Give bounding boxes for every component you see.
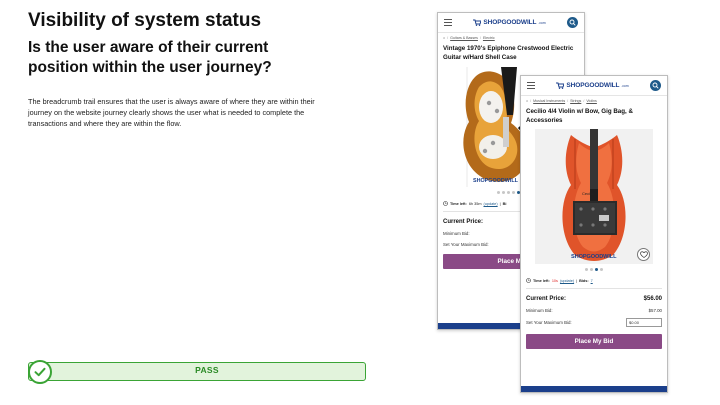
current-price-row: Current Price: $56.00 — [521, 296, 667, 302]
bids-count[interactable]: 7 — [591, 279, 593, 283]
svg-text:Cecilio: Cecilio — [582, 191, 595, 196]
bids-label: Bi — [502, 201, 507, 206]
time-left-value: 6h 35m — [468, 201, 482, 206]
menu-icon[interactable] — [527, 82, 535, 89]
breadcrumb-item[interactable]: Electric — [483, 36, 495, 40]
max-bid-label: Set Your Maximum Bid: — [443, 242, 489, 247]
current-price-label: Current Price: — [443, 219, 484, 225]
clock-icon — [443, 201, 448, 206]
update-link[interactable]: (update) — [483, 202, 497, 206]
time-left-label: Time left: — [533, 278, 550, 283]
slide-body-text: The breadcrumb trail ensures that the us… — [28, 97, 315, 128]
site-header: SHOPGOODWILL .com — [438, 13, 584, 33]
logo-text: SHOPGOODWILL — [566, 82, 620, 89]
carousel-dots[interactable] — [521, 268, 667, 271]
time-left-value: 10s — [551, 278, 558, 283]
verdict-label: PASS — [195, 365, 219, 375]
logo-suffix: .com — [621, 83, 629, 88]
breadcrumb-item[interactable]: Guitars & Basses — [450, 36, 478, 40]
heart-icon — [639, 251, 648, 258]
current-price-label: Current Price: — [526, 296, 567, 302]
cart-logo-icon — [556, 82, 565, 89]
bids-label: Bids: — [579, 278, 589, 283]
max-bid-label: Set Your Maximum Bid: — [526, 320, 572, 325]
minimum-bid-label: Minimum Bid: — [443, 231, 470, 236]
breadcrumb-item[interactable]: Musical Instruments — [533, 99, 565, 103]
time-left-row: Time left: 10s (update) | Bids: 7 — [521, 278, 667, 283]
home-icon[interactable]: ⌂ — [526, 99, 528, 103]
breadcrumb: ⌂ / Musical Instruments / Strings / Violins — [526, 99, 597, 103]
time-left-label: Time left: — [450, 201, 467, 206]
slide-title: Visibility of system status — [28, 10, 262, 31]
violin-photo[interactable]: Cecilio SHOPGOODWILL — [535, 129, 653, 264]
search-button[interactable] — [650, 80, 661, 91]
site-footer-bar — [521, 386, 667, 392]
minimum-bid-row: Minimum Bid: $57.00 — [521, 308, 667, 313]
item-title: Cecilio 4/4 Violin w/ Bow, Gig Bag, & Ac… — [526, 108, 633, 124]
search-button[interactable] — [567, 17, 578, 28]
minimum-bid-label: Minimum Bid: — [526, 308, 553, 313]
breadcrumb-item[interactable]: Strings — [570, 99, 581, 103]
home-icon[interactable]: ⌂ — [443, 36, 445, 40]
place-bid-button[interactable]: Place My Bid — [526, 334, 662, 349]
search-icon — [652, 82, 659, 89]
menu-icon[interactable] — [444, 19, 452, 26]
minimum-bid-value: $57.00 — [648, 308, 662, 313]
photo-watermark: SHOPGOODWILL — [473, 178, 518, 184]
site-logo[interactable]: SHOPGOODWILL .com — [556, 82, 629, 89]
cart-logo-icon — [473, 19, 482, 26]
logo-suffix: .com — [538, 20, 546, 25]
phone-screenshot-violin: SHOPGOODWILL .com ⌂ / Musical Instruments /… — [520, 75, 668, 393]
logo-text: SHOPGOODWILL — [483, 19, 537, 26]
photo-watermark: SHOPGOODWILL — [571, 254, 617, 260]
update-link[interactable]: (update) — [560, 279, 574, 283]
slide-question: Is the user aware of their current posit… — [28, 39, 272, 76]
current-price-value: $56.00 — [643, 296, 662, 302]
favorite-button[interactable] — [637, 248, 650, 261]
site-header: SHOPGOODWILL .com — [521, 76, 667, 96]
check-circle-icon — [28, 360, 52, 384]
breadcrumb: ⌂ / Guitars & Basses / Electric — [443, 36, 495, 40]
site-logo[interactable]: SHOPGOODWILL .com — [473, 19, 546, 26]
max-bid-row: Set Your Maximum Bid: $0.00 — [521, 318, 667, 327]
search-icon — [569, 19, 576, 26]
breadcrumb-item[interactable]: Violins — [586, 99, 597, 103]
item-title: Vintage 1970's Epiphone Crestwood Electr… — [443, 45, 574, 61]
max-bid-input[interactable]: $0.00 — [626, 318, 662, 327]
clock-icon — [526, 278, 531, 283]
